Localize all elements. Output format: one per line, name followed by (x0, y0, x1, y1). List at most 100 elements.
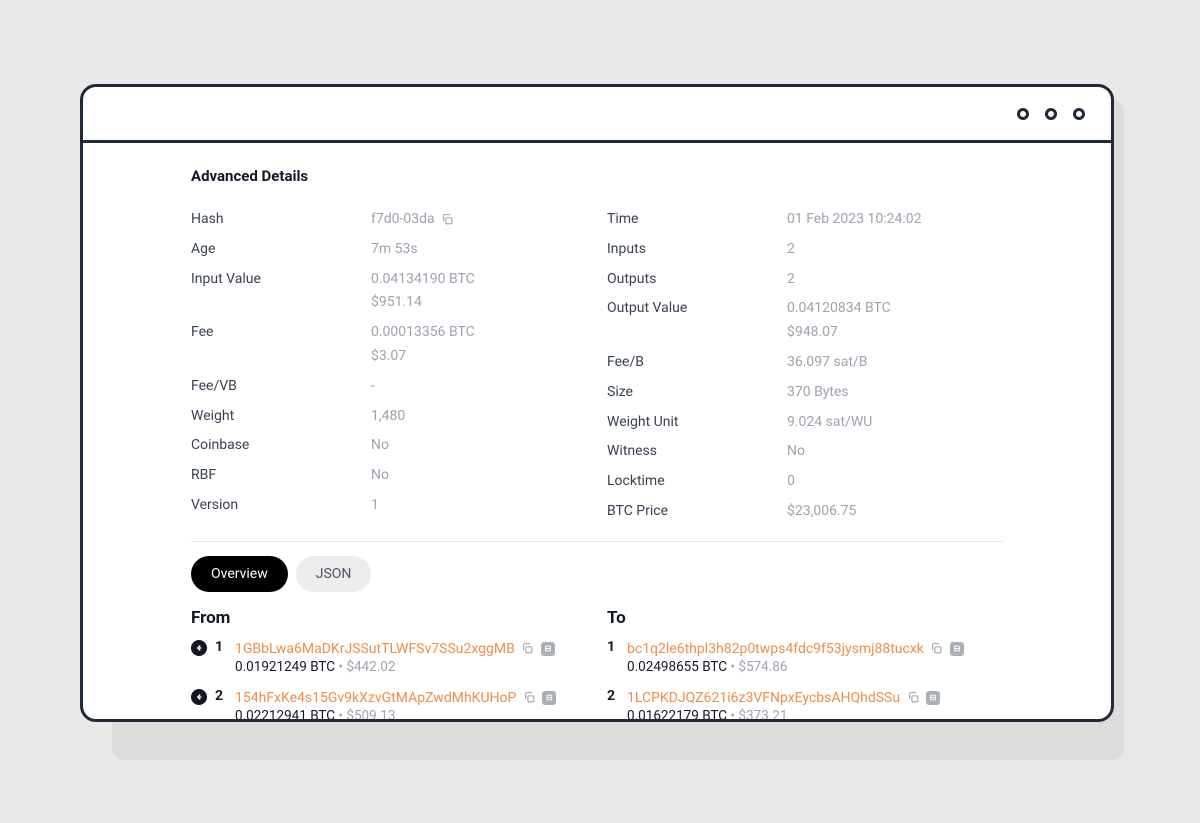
detail-value: 2 (787, 268, 1003, 292)
detail-value: No (787, 440, 1003, 464)
details-grid: Hash f7d0-03da Age 7m 53s (191, 205, 1003, 527)
detail-row-inputs: Inputs 2 (607, 235, 1003, 265)
detail-value: 9.024 sat/WU (787, 411, 1003, 435)
detail-row-size: Size 370 Bytes (607, 378, 1003, 408)
titlebar (83, 87, 1111, 143)
divider (191, 541, 1003, 542)
copy-icon[interactable] (522, 691, 536, 705)
window-control-3[interactable] (1073, 108, 1085, 120)
arrow-left-icon (191, 689, 207, 705)
detail-label: BTC Price (607, 500, 787, 524)
window-control-1[interactable] (1017, 108, 1029, 120)
detail-label: Input Value (191, 268, 371, 292)
detail-value: No (371, 434, 587, 458)
from-heading: From (191, 608, 587, 628)
detail-label: Time (607, 208, 787, 232)
from-amount: 0.02212941 BTC • $509.13 (235, 708, 587, 722)
detail-label: Fee (191, 321, 371, 345)
detail-value: 36.097 sat/B (787, 351, 1003, 375)
detail-row-coinbase: Coinbase No (191, 431, 587, 461)
to-body: bc1q2le6thpl3h82p0twps4fdc9f53jysmj88tuc… (627, 638, 1003, 675)
detail-label: Inputs (607, 238, 787, 262)
detail-label: Weight Unit (607, 411, 787, 435)
detail-label: Output Value (607, 297, 787, 321)
detail-label: Fee/B (607, 351, 787, 375)
detail-value: 2 (787, 238, 1003, 262)
from-row: 2 154hFxKe4s15Gv9kXzvGtMApZwdMhKUHoP ⊟ 0… (191, 687, 587, 722)
details-left-column: Hash f7d0-03da Age 7m 53s (191, 205, 587, 527)
detail-label: Version (191, 494, 371, 518)
detail-label: RBF (191, 464, 371, 488)
detail-label: Hash (191, 208, 371, 232)
detail-value: No (371, 464, 587, 488)
io-grid: From 1 1GBbLwa6MaDKrJSSutTLWFSv7SSu2xggM… (191, 608, 1003, 722)
detail-label: Coinbase (191, 434, 371, 458)
detail-row-weight-unit: Weight Unit 9.024 sat/WU (607, 408, 1003, 438)
detail-row-feevb: Fee/VB - (191, 372, 587, 402)
detail-row-weight: Weight 1,480 (191, 402, 587, 432)
to-column: To 1 bc1q2le6thpl3h82p0twps4fdc9f53jysmj… (607, 608, 1003, 722)
wallet-icon[interactable]: ⊟ (950, 642, 964, 656)
from-index: 1 (215, 639, 227, 655)
to-body: 1LCPKDJQZ621i6z3VFNpxEycbsAHQhdSSu ⊟ 0.0… (627, 687, 1003, 722)
to-amount: 0.02498655 BTC • $574.86 (627, 659, 1003, 675)
detail-row-outputs: Outputs 2 (607, 265, 1003, 295)
detail-value: 0.00013356 BTC $3.07 (371, 321, 587, 369)
app-window: Advanced Details Hash f7d0-03da (80, 84, 1114, 722)
copy-icon[interactable] (930, 642, 944, 656)
from-address: 1GBbLwa6MaDKrJSSutTLWFSv7SSu2xggMB ⊟ (235, 641, 555, 657)
detail-row-rbf: RBF No (191, 461, 587, 491)
detail-value: 1,480 (371, 405, 587, 429)
detail-value: - (371, 375, 587, 399)
detail-label: Fee/VB (191, 375, 371, 399)
detail-row-age: Age 7m 53s (191, 235, 587, 265)
detail-label: Outputs (607, 268, 787, 292)
detail-row-input-value: Input Value 0.04134190 BTC $951.14 (191, 265, 587, 319)
to-row: 2 1LCPKDJQZ621i6z3VFNpxEycbsAHQhdSSu ⊟ 0… (607, 687, 1003, 722)
detail-label: Size (607, 381, 787, 405)
detail-value: f7d0-03da (371, 208, 587, 232)
from-index: 2 (215, 688, 227, 704)
detail-value: 7m 53s (371, 238, 587, 262)
arrow-left-icon (191, 640, 207, 656)
content-area: Advanced Details Hash f7d0-03da (83, 143, 1111, 722)
detail-row-locktime: Locktime 0 (607, 467, 1003, 497)
detail-value: 0.04134190 BTC $951.14 (371, 268, 587, 316)
window-control-2[interactable] (1045, 108, 1057, 120)
from-column: From 1 1GBbLwa6MaDKrJSSutTLWFSv7SSu2xggM… (191, 608, 587, 722)
copy-icon[interactable] (441, 213, 455, 227)
detail-label: Witness (607, 440, 787, 464)
to-amount: 0.01622179 BTC • $373.21 (627, 708, 1003, 722)
detail-value: 1 (371, 494, 587, 518)
tab-json[interactable]: JSON (296, 556, 372, 592)
copy-icon[interactable] (521, 642, 535, 656)
address-text[interactable]: 154hFxKe4s15Gv9kXzvGtMApZwdMhKUHoP (235, 690, 516, 706)
from-amount: 0.01921249 BTC • $442.02 (235, 659, 587, 675)
detail-row-version: Version 1 (191, 491, 587, 521)
address-text[interactable]: 1LCPKDJQZ621i6z3VFNpxEycbsAHQhdSSu (627, 690, 900, 706)
detail-row-time: Time 01 Feb 2023 10:24:02 (607, 205, 1003, 235)
detail-value: 370 Bytes (787, 381, 1003, 405)
detail-value: 0 (787, 470, 1003, 494)
address-text[interactable]: bc1q2le6thpl3h82p0twps4fdc9f53jysmj88tuc… (627, 641, 924, 657)
tab-overview[interactable]: Overview (191, 556, 288, 592)
detail-row-feeb: Fee/B 36.097 sat/B (607, 348, 1003, 378)
detail-value: $23,006.75 (787, 500, 1003, 524)
copy-icon[interactable] (906, 691, 920, 705)
from-address: 154hFxKe4s15Gv9kXzvGtMApZwdMhKUHoP ⊟ (235, 690, 556, 706)
tabs: Overview JSON (191, 556, 1003, 592)
section-title: Advanced Details (191, 167, 1003, 185)
detail-row-witness: Witness No (607, 437, 1003, 467)
detail-label: Age (191, 238, 371, 262)
detail-label: Locktime (607, 470, 787, 494)
to-address: 1LCPKDJQZ621i6z3VFNpxEycbsAHQhdSSu ⊟ (627, 690, 940, 706)
to-index: 1 (607, 639, 619, 655)
wallet-icon[interactable]: ⊟ (542, 691, 556, 705)
wallet-icon[interactable]: ⊟ (541, 642, 555, 656)
details-right-column: Time 01 Feb 2023 10:24:02 Inputs 2 Outpu… (607, 205, 1003, 527)
detail-row-fee: Fee 0.00013356 BTC $3.07 (191, 318, 587, 372)
detail-value: 01 Feb 2023 10:24:02 (787, 208, 1003, 232)
address-text[interactable]: 1GBbLwa6MaDKrJSSutTLWFSv7SSu2xggMB (235, 641, 515, 657)
to-address: bc1q2le6thpl3h82p0twps4fdc9f53jysmj88tuc… (627, 641, 964, 657)
wallet-icon[interactable]: ⊟ (926, 691, 940, 705)
